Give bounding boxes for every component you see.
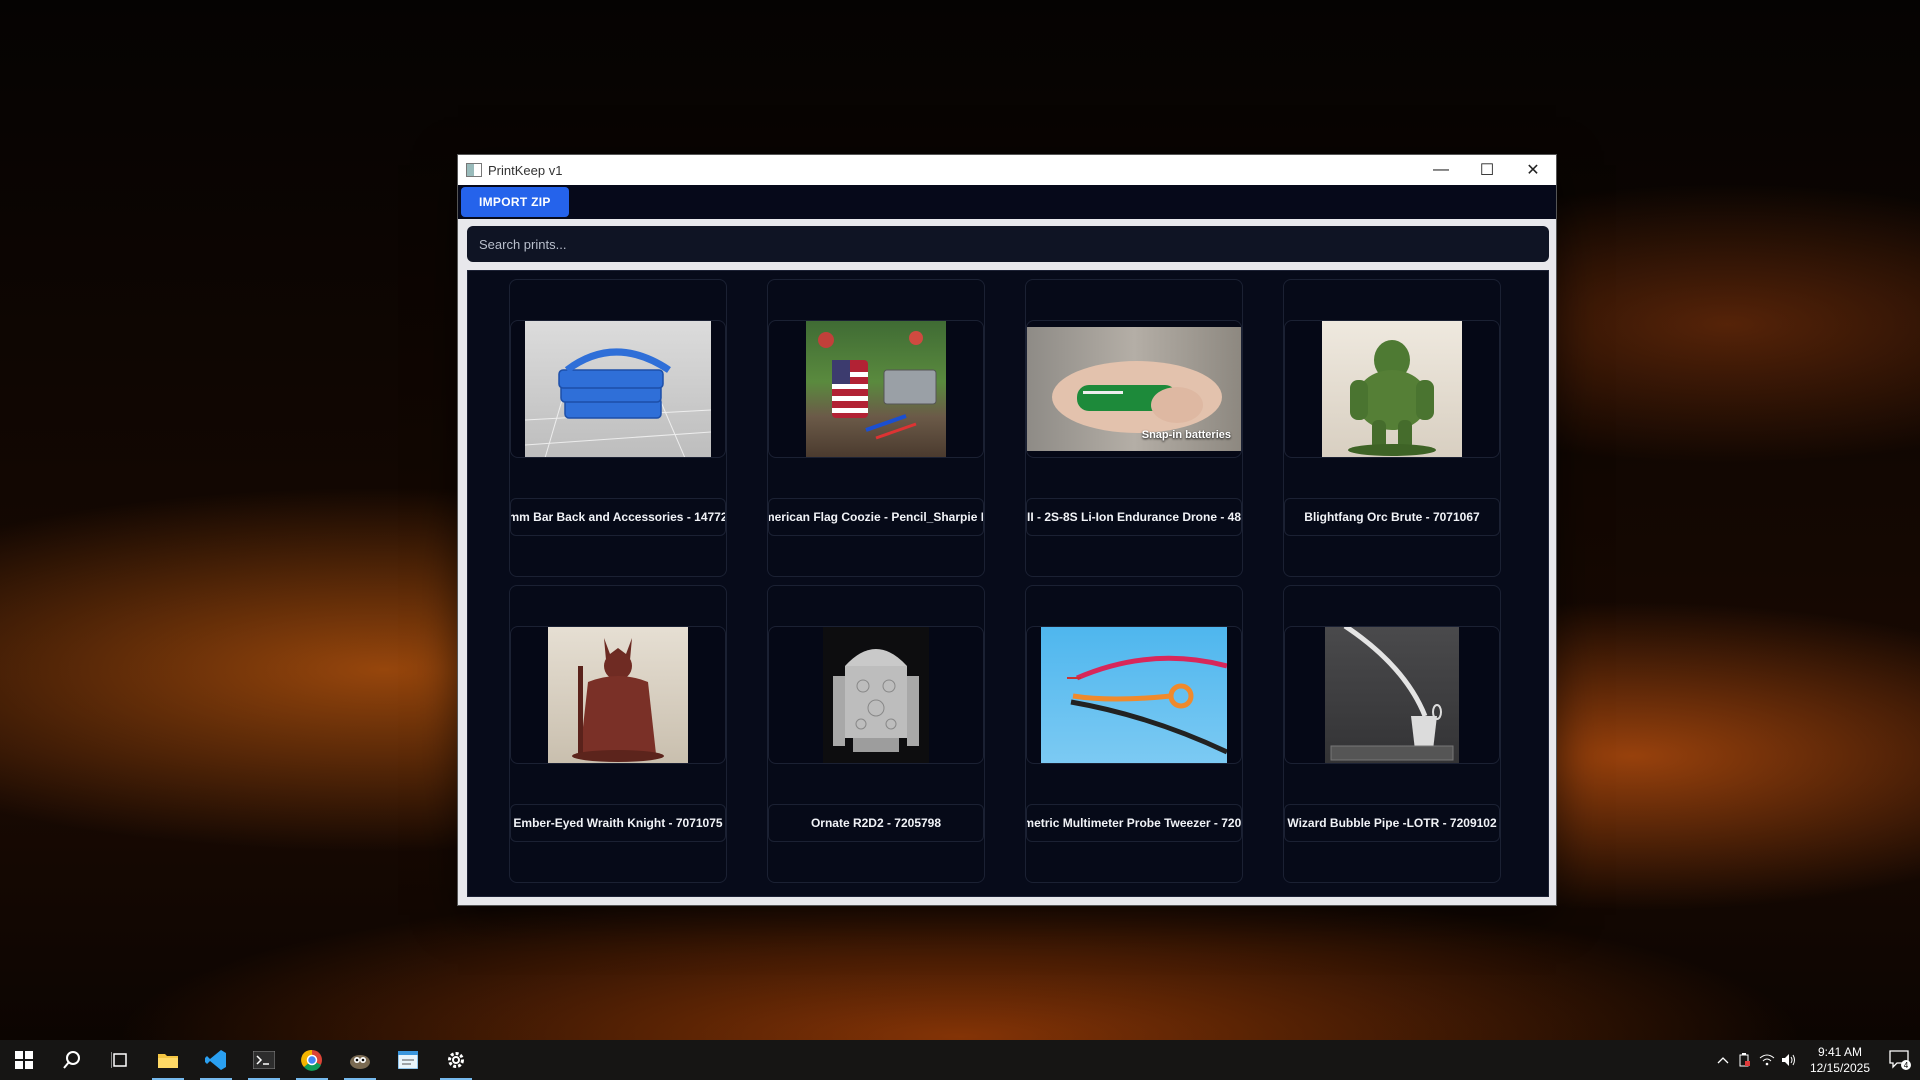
- settings-icon[interactable]: [432, 1040, 480, 1080]
- thumbnail-frame: [510, 320, 726, 458]
- battery-hand-thumbnail[interactable]: Snap-in batteries: [1027, 327, 1241, 451]
- print-name: Blightfang Orc Brute - 7071067: [1304, 510, 1480, 524]
- search-placeholder: Search prints...: [479, 236, 567, 252]
- prints-grid[interactable]: 8mm Bar Back and Accessories - 147728 er…: [467, 270, 1549, 897]
- print-name: 8mm Bar Back and Accessories - 147728: [510, 510, 726, 524]
- main-content: Search prints... 8mm Bar Back and Access…: [458, 219, 1556, 905]
- print-name-bar: Wizard Bubble Pipe -LOTR - 7209102: [1284, 804, 1500, 842]
- minimize-button[interactable]: —: [1418, 155, 1464, 185]
- clock-date: 12/15/2025: [1809, 1061, 1870, 1075]
- start-icon[interactable]: [0, 1040, 48, 1080]
- print-name-bar: 8mm Bar Back and Accessories - 147728: [510, 498, 726, 536]
- search-input[interactable]: Search prints...: [467, 226, 1549, 262]
- print-name: ımetric Multimeter Probe Tweezer - 7209: [1026, 816, 1242, 830]
- battery-alert-icon[interactable]: [1734, 1040, 1756, 1080]
- thumbnail-frame: [1284, 320, 1500, 458]
- file-explorer-icon[interactable]: [144, 1040, 192, 1080]
- print-name-bar: Blightfang Orc Brute - 7071067: [1284, 498, 1500, 536]
- chevron-up-icon[interactable]: [1712, 1040, 1734, 1080]
- taskbar: 9:41 AM 12/15/2025 4: [0, 1040, 1920, 1080]
- print-name: American Flag Coozie - Pencil_Sharpie Ho: [769, 510, 983, 524]
- window-title: PrintKeep v1: [488, 162, 563, 178]
- print-name: . II - 2S-8S Li-Ion Endurance Drone - 48…: [1026, 510, 1242, 524]
- clock[interactable]: 9:41 AM 12/15/2025: [1810, 1044, 1870, 1076]
- system-tray: 9:41 AM 12/15/2025 4: [1712, 1040, 1920, 1080]
- print-name-bar: Ember-Eyed Wraith Knight - 7071075: [510, 804, 726, 842]
- network-icon[interactable]: [1756, 1040, 1778, 1080]
- task-view-icon[interactable]: [96, 1040, 144, 1080]
- gimp-icon[interactable]: [336, 1040, 384, 1080]
- print-name-bar: Ornate R2D2 - 7205798: [768, 804, 984, 842]
- title-bar[interactable]: PrintKeep v1 — ☐ ✕: [458, 155, 1556, 185]
- thumbnail-frame: [1026, 626, 1242, 764]
- flag-coozie-thumbnail[interactable]: [806, 321, 946, 457]
- print-name: Wizard Bubble Pipe -LOTR - 7209102: [1287, 816, 1497, 830]
- print-name-bar: ımetric Multimeter Probe Tweezer - 7209: [1026, 804, 1242, 842]
- thumbnail-frame: Snap-in batteries: [1026, 320, 1242, 458]
- print-name: Ember-Eyed Wraith Knight - 7071075: [513, 816, 723, 830]
- print-name: Ornate R2D2 - 7205798: [810, 816, 942, 830]
- app-icon: [466, 163, 482, 177]
- thumbnail-frame: [768, 626, 984, 764]
- blue-baskets-thumbnail[interactable]: [525, 321, 711, 457]
- vscode-icon[interactable]: [192, 1040, 240, 1080]
- print-card[interactable]: 8mm Bar Back and Accessories - 147728: [509, 279, 727, 577]
- thumbnail-frame: [510, 626, 726, 764]
- toolbar: IMPORT ZIP: [458, 185, 1556, 219]
- chrome-icon[interactable]: [288, 1040, 336, 1080]
- red-knight-thumbnail[interactable]: [548, 627, 688, 763]
- notification-count: 4: [1904, 1061, 1909, 1070]
- close-button[interactable]: ✕: [1510, 155, 1556, 185]
- notification-center-icon[interactable]: 4: [1880, 1040, 1920, 1080]
- wizard-pipe-thumbnail[interactable]: [1325, 627, 1459, 763]
- print-card[interactable]: ımetric Multimeter Probe Tweezer - 7209: [1025, 585, 1243, 883]
- green-orc-thumbnail[interactable]: [1322, 321, 1462, 457]
- multimeter-probes-thumbnail[interactable]: [1041, 627, 1227, 763]
- terminal-icon[interactable]: [240, 1040, 288, 1080]
- maximize-button[interactable]: ☐: [1464, 155, 1510, 185]
- thumbnail-caption: Snap-in batteries: [1141, 429, 1231, 441]
- volume-icon[interactable]: [1778, 1040, 1800, 1080]
- print-card[interactable]: Snap-in batteries . II - 2S-8S Li-Ion En…: [1025, 279, 1243, 577]
- print-card[interactable]: American Flag Coozie - Pencil_Sharpie Ho: [767, 279, 985, 577]
- thumbnail-frame: [1284, 626, 1500, 764]
- print-card[interactable]: Ornate R2D2 - 7205798: [767, 585, 985, 883]
- thumbnail-frame: [768, 320, 984, 458]
- search-icon[interactable]: [48, 1040, 96, 1080]
- printkeep-window: PrintKeep v1 — ☐ ✕ IMPORT ZIP Search pri…: [458, 155, 1556, 905]
- import-zip-button[interactable]: IMPORT ZIP: [461, 187, 569, 217]
- print-card[interactable]: Ember-Eyed Wraith Knight - 7071075: [509, 585, 727, 883]
- print-name-bar: . II - 2S-8S Li-Ion Endurance Drone - 48…: [1026, 498, 1242, 536]
- notepad-icon[interactable]: [384, 1040, 432, 1080]
- print-name-bar: American Flag Coozie - Pencil_Sharpie Ho: [768, 498, 984, 536]
- print-card[interactable]: Wizard Bubble Pipe -LOTR - 7209102: [1283, 585, 1501, 883]
- clock-time: 9:41 AM: [1817, 1045, 1862, 1059]
- ornate-r2d2-thumbnail[interactable]: [823, 627, 929, 763]
- print-card[interactable]: Blightfang Orc Brute - 7071067: [1283, 279, 1501, 577]
